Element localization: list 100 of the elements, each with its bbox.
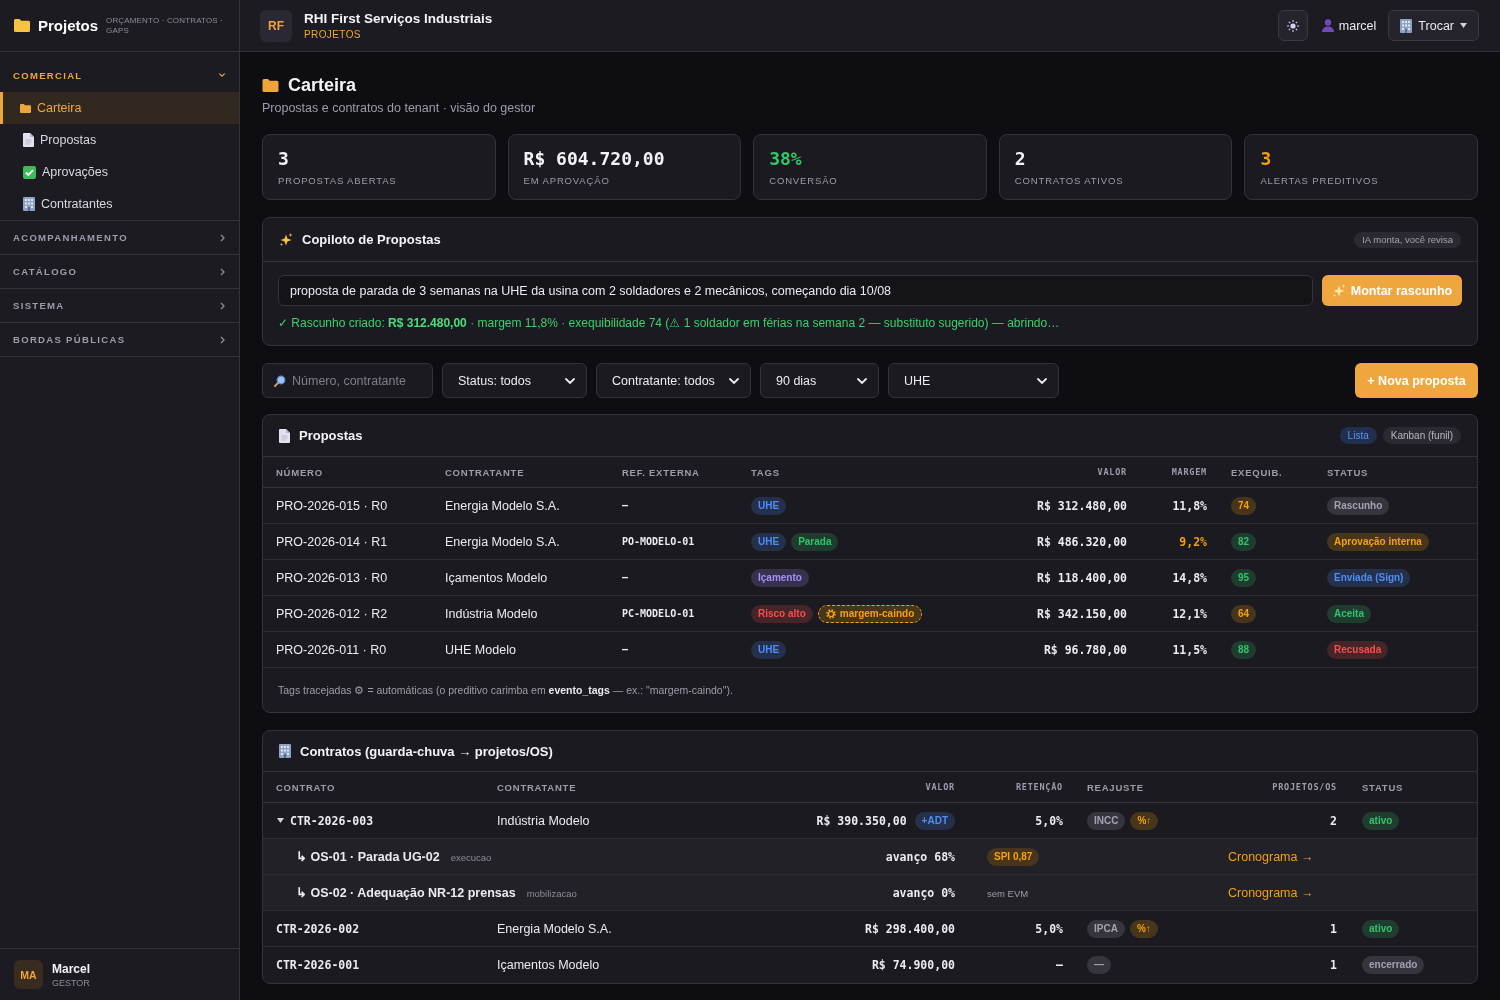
switch-button[interactable]: Trocar: [1388, 10, 1479, 41]
table-cell: CTR-2026-003: [290, 813, 374, 828]
table-cell: 14,8%: [1172, 570, 1207, 585]
table-cell: Energia Modelo S.A.: [445, 534, 560, 549]
table-cell: R$ 342.150,00: [1037, 606, 1127, 621]
status-pill: Enviada (Sign): [1327, 568, 1411, 587]
gear-icon: [825, 608, 836, 619]
table-cell: Içamentos Modelo: [445, 570, 548, 585]
view-tab[interactable]: Lista: [1339, 427, 1377, 444]
table-cell: CTR-2026-001: [276, 958, 360, 972]
table-cell: PRO-2026-014 · R1: [276, 534, 388, 549]
prompt-field[interactable]: proposta de parada de 3 semanas na UHE da usina com 2 soldadores e 2 mecânicos, começando dia 10/08: [278, 275, 1313, 306]
table-cell: Energia Modelo S.A.: [497, 921, 612, 936]
score-pill: 82: [1231, 532, 1257, 551]
table-cell: Energia Modelo S.A.: [445, 498, 560, 513]
chevron-down-icon: [857, 377, 867, 384]
module-label: PROJETOS: [304, 29, 362, 40]
tag-chip: INCC: [1087, 811, 1126, 830]
kpi-label: CONTRATOS ATIVOS: [1014, 175, 1124, 186]
column-header: STATUS: [1327, 466, 1369, 478]
nav-item[interactable]: Contratantes: [0, 188, 239, 220]
schedule-link[interactable]: Cronograma →: [1228, 849, 1314, 864]
table-cell: PRO-2026-015 · R0: [276, 498, 388, 513]
kpi-value: 3: [278, 148, 289, 170]
panel-title: Copiloto de Propostas: [302, 232, 441, 247]
table-cell: PO-MODELO-01: [622, 536, 695, 547]
table-cell: 1: [1330, 921, 1337, 936]
tag-chip: UHE: [751, 640, 787, 659]
kpi-value: R$ 604.720,00: [523, 148, 665, 170]
user-avatar: MA: [14, 960, 43, 989]
status-pill: ativo: [1362, 811, 1400, 830]
nav-section-toggle[interactable]: SISTEMA: [0, 289, 239, 322]
nav-section-toggle[interactable]: ACOMPANHAMENTO: [0, 221, 239, 254]
table-cell: Indústria Modelo: [445, 606, 538, 621]
column-header: CONTRATANTE: [445, 466, 525, 478]
table-cell: PC-MODELO-01: [622, 608, 695, 619]
status-pill: Rascunho: [1327, 496, 1390, 515]
column-header: CONTRATANTE: [497, 781, 577, 793]
table-cell: CTR-2026-002: [276, 921, 360, 936]
theme-toggle-button[interactable]: [1277, 10, 1308, 41]
nav-section-toggle[interactable]: CATÁLOGO: [0, 255, 239, 288]
table-cell: 1: [1330, 958, 1337, 972]
document-icon: [23, 133, 34, 147]
column-header: TAGS: [751, 466, 780, 478]
table-cell: 2: [1330, 813, 1337, 828]
nav-item[interactable]: Propostas: [0, 124, 239, 156]
status-pill: Aprovação interna: [1327, 532, 1429, 551]
tag-chip: IPCA: [1087, 919, 1125, 938]
phase-label: mobilizacao: [526, 888, 577, 899]
app-title: Projetos: [38, 17, 98, 34]
schedule-link[interactable]: Cronograma →: [1228, 885, 1314, 900]
search-field[interactable]: Número, contratante: [262, 363, 433, 398]
filter-select[interactable]: UHE: [888, 363, 1059, 398]
table-cell: R$ 312.480,00: [1037, 498, 1127, 513]
table-cell: 12,1%: [1172, 606, 1207, 621]
nav-item[interactable]: Carteira: [0, 92, 239, 124]
sparkle-icon: [279, 232, 293, 247]
user-name: Marcel: [52, 961, 91, 976]
table-cell: –: [1056, 958, 1063, 972]
score-pill: 64: [1231, 604, 1257, 623]
nav-section-toggle[interactable]: COMERCIAL: [0, 52, 239, 92]
kpi-value: 3: [1260, 148, 1272, 170]
nav-section-toggle[interactable]: BORDAS PÚBLICAS: [0, 323, 239, 356]
score-pill: 88: [1231, 640, 1257, 659]
table-cell: –: [622, 572, 629, 583]
filter-select[interactable]: Status: todos: [442, 363, 587, 398]
tenant-name: RHI First Serviços Industriais: [304, 11, 493, 26]
table-cell: 9,2%: [1179, 534, 1207, 549]
table-cell: PRO-2026-013 · R0: [276, 570, 388, 585]
chevron-down-icon: [1037, 377, 1047, 384]
nav-item[interactable]: Aprovações: [0, 156, 239, 188]
tag-chip: +ADT: [914, 811, 955, 830]
tag-chip: Içamento: [751, 568, 809, 587]
info-pill: IA monta, você revisa: [1354, 231, 1461, 248]
filter-select[interactable]: Contratante: todos: [596, 363, 751, 398]
phase-label: execucao: [450, 852, 492, 863]
tag-chip: %↑: [1129, 919, 1158, 938]
folder-icon: [262, 78, 279, 92]
subproject-title: ↳ OS-01 · Parada UG-02: [296, 849, 440, 864]
status-pill: ativo: [1362, 919, 1400, 938]
search-input[interactable]: Número, contratante: [292, 370, 421, 391]
sun-icon: [1286, 19, 1299, 32]
filter-select[interactable]: 90 dias: [760, 363, 879, 398]
table-cell: R$ 118.400,00: [1037, 570, 1127, 585]
table-cell: R$ 74.900,00: [871, 958, 955, 972]
table-cell: Indústria Modelo: [497, 813, 590, 828]
column-header: VALOR: [1097, 467, 1127, 477]
column-header: EXEQUIB.: [1231, 466, 1283, 478]
status-pill: Aceita: [1327, 604, 1371, 623]
tenant-avatar: RF: [260, 9, 292, 42]
table-cell: R$ 298.400,00: [865, 921, 955, 936]
kpi-value: 2: [1014, 148, 1026, 170]
view-tab[interactable]: Kanban (funil): [1382, 427, 1461, 444]
table-cell: PRO-2026-011 · R0: [276, 642, 387, 657]
table-cell: 5,0%: [1035, 813, 1063, 828]
table-cell: avanço 0%: [892, 885, 955, 900]
kpi-label: EM APROVAÇÃO: [523, 175, 610, 186]
evm-note: sem EVM: [987, 887, 1029, 899]
building-icon: [279, 744, 291, 758]
kpi-value: 38%: [769, 148, 802, 170]
